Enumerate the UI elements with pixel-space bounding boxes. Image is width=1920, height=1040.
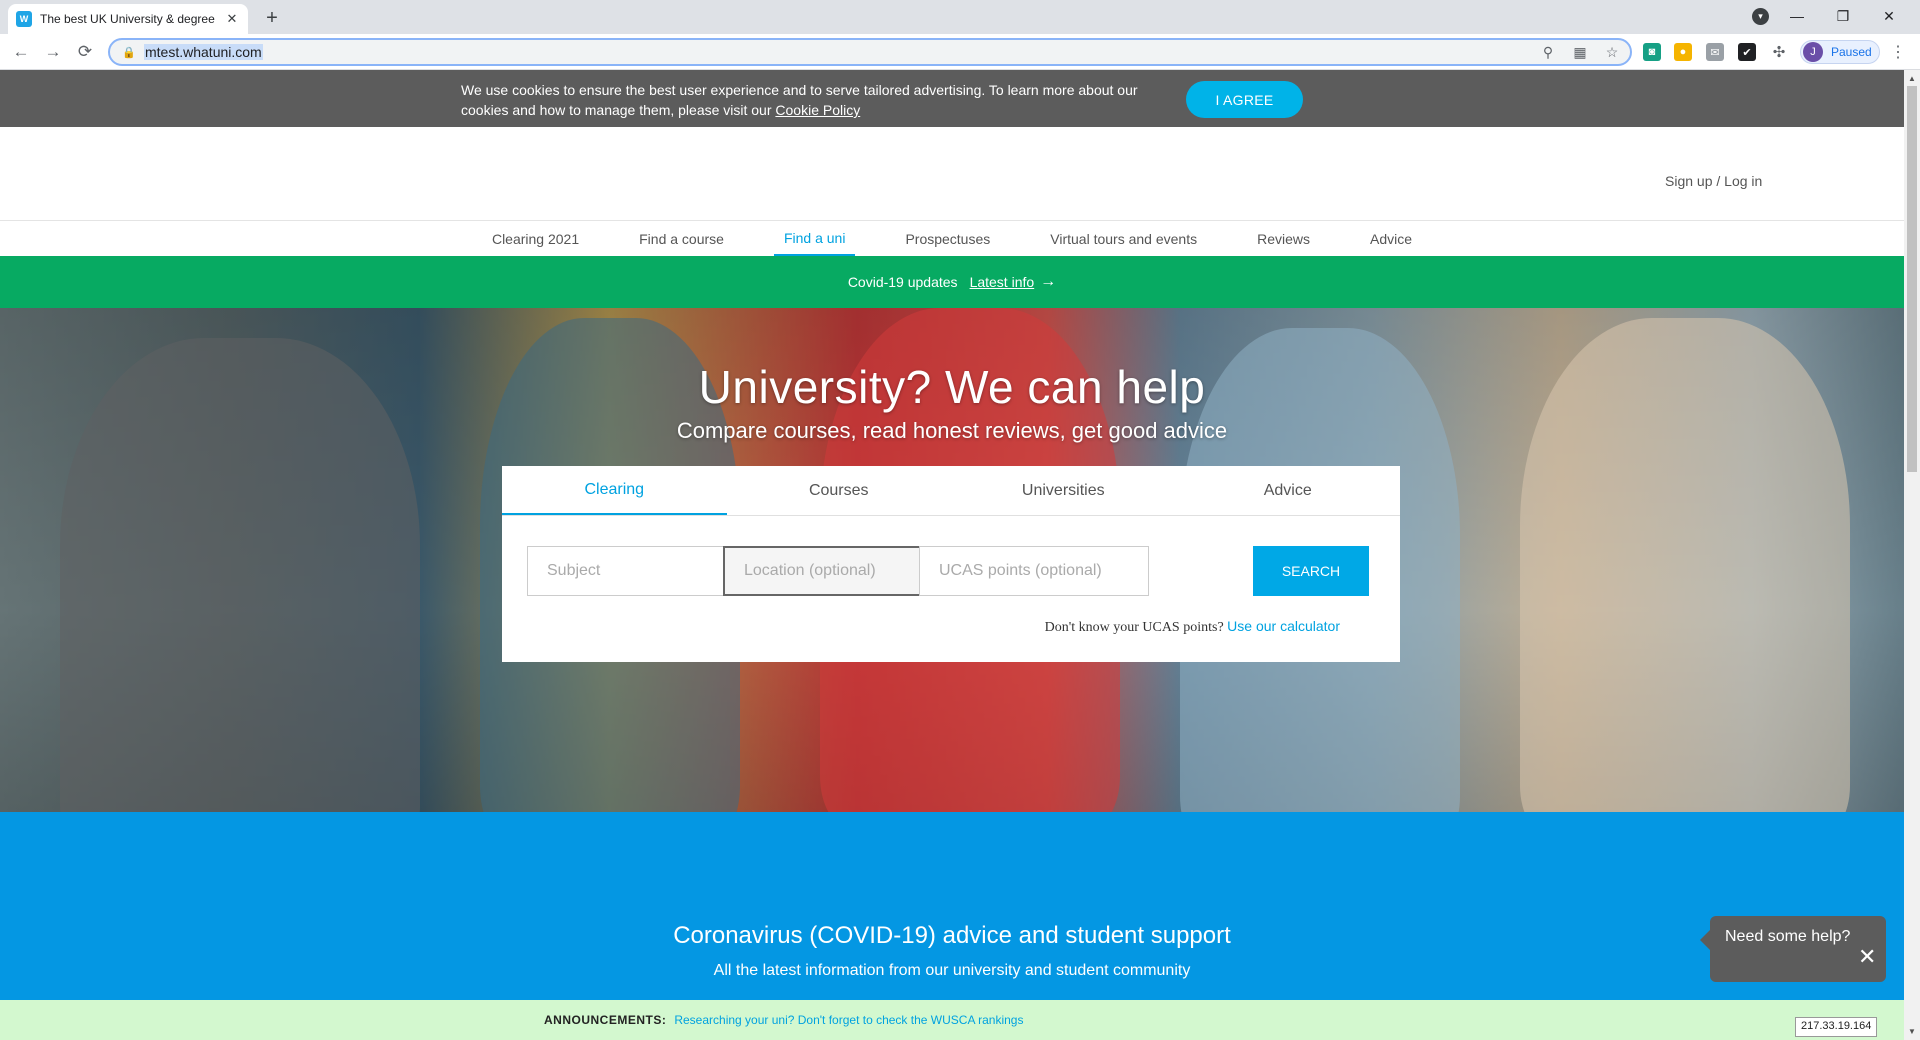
- bookmark-star-icon[interactable]: ☆: [1602, 42, 1622, 62]
- help-chat-bubble[interactable]: Need some help? ✕: [1700, 916, 1886, 982]
- extension-2-icon[interactable]: ●: [1674, 43, 1692, 61]
- nav-item-advice[interactable]: Advice: [1360, 221, 1422, 256]
- new-tab-plus-icon[interactable]: +: [260, 6, 284, 30]
- minimize-icon[interactable]: —: [1774, 0, 1820, 32]
- search-widget: Clearing Courses Universities Advice Sub…: [502, 466, 1400, 662]
- tab-courses[interactable]: Courses: [727, 466, 952, 515]
- cookie-message: We use cookies to ensure the best user e…: [461, 80, 1161, 120]
- covid-advice-section: Coronavirus (COVID-19) advice and studen…: [0, 812, 1904, 1000]
- address-url: mtest.whatuni.com: [144, 44, 263, 60]
- ucas-help-text: Don't know your UCAS points?: [1044, 620, 1224, 635]
- page-scrollbar[interactable]: ▲ ▼: [1904, 70, 1920, 1040]
- hero-banner: University? We can help Compare courses,…: [0, 308, 1904, 812]
- hero-title: University? We can help: [698, 361, 1206, 413]
- ucas-calculator-link[interactable]: Use our calculator: [1227, 618, 1340, 634]
- nav-item-find-course[interactable]: Find a course: [629, 221, 734, 256]
- close-icon[interactable]: ✕: [1858, 946, 1876, 968]
- restore-icon[interactable]: ❐: [1820, 0, 1866, 32]
- browser-tabstrip: W The best UK University & degree ✕ + ▾ …: [0, 0, 1920, 34]
- window-close-icon[interactable]: ✕: [1866, 0, 1912, 32]
- tab-title: The best UK University & degree: [40, 12, 215, 26]
- site-header: Sign up / Log in: [0, 127, 1904, 221]
- extension-1-icon[interactable]: ◙: [1643, 43, 1661, 61]
- tab-clearing[interactable]: Clearing: [502, 466, 727, 515]
- main-nav: Clearing 2021 Find a course Find a uni P…: [0, 221, 1904, 256]
- scroll-down-icon[interactable]: ▼: [1908, 1027, 1916, 1036]
- announcements-bar: ANNOUNCEMENTS: Researching your uni? Don…: [0, 1000, 1904, 1040]
- nav-item-clearing[interactable]: Clearing 2021: [482, 221, 589, 256]
- announcement-link[interactable]: Researching your uni? Don't forget to ch…: [674, 1013, 1023, 1027]
- forward-arrow-icon[interactable]: →: [41, 40, 65, 64]
- hero-subtitle: Compare courses, read honest reviews, ge…: [676, 418, 1228, 443]
- cookie-banner: We use cookies to ensure the best user e…: [0, 70, 1904, 127]
- ip-address-tag: 217.33.19.164: [1795, 1017, 1878, 1037]
- search-button[interactable]: SEARCH: [1253, 546, 1369, 596]
- profile-status: Paused: [1831, 45, 1872, 59]
- tab-universities[interactable]: Universities: [951, 466, 1176, 515]
- ucas-help: Don't know your UCAS points? Use our cal…: [502, 618, 1340, 636]
- cookie-policy-link[interactable]: Cookie Policy: [775, 102, 860, 118]
- address-bar[interactable]: 🔒 mtest.whatuni.com: [108, 38, 1632, 66]
- latest-info-link[interactable]: Latest info: [970, 274, 1035, 290]
- nav-item-reviews[interactable]: Reviews: [1247, 221, 1320, 256]
- tab-search-icon[interactable]: ▾: [1752, 8, 1769, 25]
- advice-subtitle: All the latest information from our univ…: [713, 962, 1191, 979]
- nav-item-prospectuses[interactable]: Prospectuses: [895, 221, 1000, 256]
- covid-updates-bar: Covid-19 updates Latest info →: [0, 256, 1904, 308]
- cookie-agree-button[interactable]: I AGREE: [1186, 81, 1303, 118]
- avatar: J: [1803, 42, 1823, 62]
- location-pin-icon[interactable]: ⚲: [1538, 42, 1558, 62]
- browser-menu-icon[interactable]: ⋮: [1888, 42, 1908, 62]
- extensions-puzzle-icon[interactable]: ✣: [1770, 43, 1788, 61]
- reload-icon[interactable]: ⟳: [73, 40, 97, 64]
- profile-button[interactable]: J Paused: [1800, 40, 1880, 64]
- tab-close-icon[interactable]: ✕: [224, 11, 240, 27]
- back-arrow-icon[interactable]: ←: [9, 40, 33, 64]
- signup-login-link[interactable]: Sign up / Log in: [1665, 173, 1762, 189]
- scroll-up-icon[interactable]: ▲: [1908, 74, 1916, 83]
- covid-updates-text: Covid-19 updates: [847, 274, 958, 290]
- extension-4-icon[interactable]: ✔: [1738, 43, 1756, 61]
- browser-tab[interactable]: W The best UK University & degree ✕: [8, 4, 248, 34]
- scrollbar-thumb[interactable]: [1907, 86, 1917, 472]
- search-tabs: Clearing Courses Universities Advice: [502, 466, 1400, 516]
- nav-item-find-uni[interactable]: Find a uni: [773, 221, 856, 256]
- ucas-points-input[interactable]: UCAS points (optional): [919, 546, 1149, 596]
- browser-toolbar: ← → ⟳ 🔒 mtest.whatuni.com ⚲ ▦ ☆ ◙ ● ✉ ✔ …: [0, 34, 1920, 70]
- lock-icon: 🔒: [122, 46, 136, 59]
- extension-3-icon[interactable]: ✉: [1706, 43, 1724, 61]
- page-viewport: We use cookies to ensure the best user e…: [0, 70, 1904, 1040]
- announcements-label: ANNOUNCEMENTS:: [544, 1013, 667, 1027]
- site-favicon-icon: W: [16, 11, 32, 27]
- help-text: Need some help?: [1725, 928, 1851, 945]
- arrow-right-icon: →: [1040, 273, 1057, 290]
- qr-code-icon[interactable]: ▦: [1570, 42, 1590, 62]
- advice-title: Coronavirus (COVID-19) advice and studen…: [673, 922, 1231, 949]
- nav-item-virtual-tours[interactable]: Virtual tours and events: [1040, 221, 1207, 256]
- tab-advice[interactable]: Advice: [1176, 466, 1401, 515]
